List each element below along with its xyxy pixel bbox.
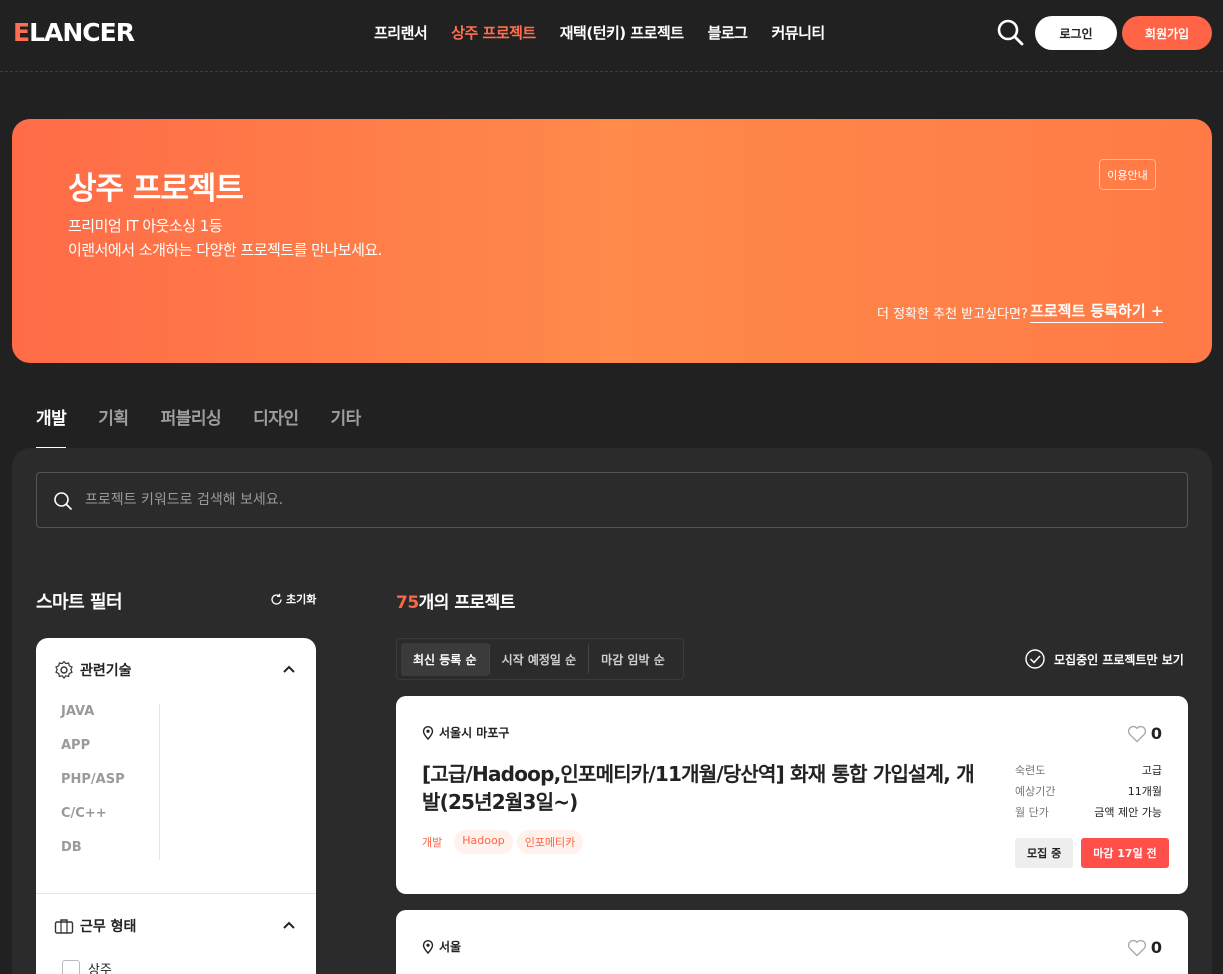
nav-onsite-project[interactable]: 상주 프로젝트 — [451, 22, 536, 43]
banner-title: 상주 프로젝트 — [68, 171, 244, 207]
search-icon — [53, 491, 73, 515]
project-meta: 숙련도 고급 예상기간 11개월 월 단가 금액 제안 가능 — [1015, 762, 1162, 825]
work-type-filter-header[interactable]: 근무 형태 — [54, 916, 136, 936]
meta-key: 예상기간 — [1015, 785, 1056, 798]
sort-options: 최신 등록 순 시작 예정일 순 마감 임박 순 — [396, 638, 684, 680]
meta-value: 고급 — [1141, 764, 1162, 777]
result-count: 75개의 프로젝트 — [396, 588, 515, 613]
recruiting-only-label: 모집중인 프로젝트만 보기 — [1054, 652, 1184, 667]
hero-banner: 상주 프로젝트 프리미엄 IT 아웃소싱 1등 이랜서에서 소개하는 다양한 프… — [12, 119, 1212, 363]
sort-start-date[interactable]: 시작 예정일 순 — [490, 643, 589, 676]
skill-java[interactable]: JAVA — [61, 704, 125, 738]
search-input[interactable] — [85, 473, 1175, 527]
meta-monthly-rate: 월 단가 금액 제안 가능 — [1015, 804, 1162, 825]
meta-key: 월 단가 — [1015, 806, 1049, 819]
guide-button[interactable]: 이용안내 — [1099, 159, 1156, 190]
header: ELANCER 프리랜서 상주 프로젝트 재택(턴키) 프로젝트 블로그 커뮤니… — [0, 0, 1223, 72]
recruiting-only-toggle[interactable]: 모집중인 프로젝트만 보기 — [1024, 648, 1184, 670]
meta-skill-level: 숙련도 고급 — [1015, 762, 1162, 783]
recruiting-badge: 모집 중 — [1015, 838, 1074, 868]
tag: 개발 — [422, 836, 443, 849]
main-nav: 프리랜서 상주 프로젝트 재택(턴키) 프로젝트 블로그 커뮤니티 — [374, 22, 825, 43]
meta-value: 11개월 — [1127, 785, 1162, 798]
refresh-icon — [271, 593, 282, 605]
deadline-badge: 마감 17일 전 — [1081, 838, 1169, 868]
divider — [159, 704, 160, 860]
work-option-onsite: 상주 — [62, 959, 112, 974]
heart-icon — [1127, 939, 1146, 956]
tab-planning[interactable]: 기획 — [98, 404, 129, 450]
project-location: 서울시 마포구 — [422, 724, 509, 741]
project-search-box — [36, 472, 1188, 528]
briefcase-icon — [54, 919, 74, 934]
smart-filter-title: 스마트 필터 — [36, 592, 123, 613]
project-title[interactable]: [고급/Hadoop,인포메티카/11개월/당산역] 화재 통합 가입설계, 개… — [422, 760, 982, 816]
location-pin-icon — [422, 725, 434, 740]
like-button[interactable]: 0 — [1127, 724, 1162, 743]
elancer-logo[interactable]: ELANCER — [13, 18, 135, 47]
skill-app[interactable]: APP — [61, 738, 125, 772]
sort-latest[interactable]: 최신 등록 순 — [401, 642, 489, 676]
chevron-up-icon[interactable] — [282, 664, 296, 674]
onsite-label: 상주 — [88, 963, 112, 974]
filter-panel: 관련기술 JAVA APP PHP/ASP C/C++ DB 근무 형태 상주 — [36, 638, 316, 974]
tab-publishing[interactable]: 퍼블리싱 — [161, 404, 222, 450]
project-location: 서울 — [422, 938, 461, 955]
like-button[interactable]: 0 — [1127, 938, 1162, 957]
meta-duration: 예상기간 11개월 — [1015, 783, 1162, 804]
content-area: 스마트 필터 초기화 관련기술 JAVA APP PHP/ASP C/C++ D… — [12, 448, 1212, 974]
location-text: 서울 — [439, 940, 462, 954]
sort-deadline[interactable]: 마감 임박 순 — [589, 643, 677, 676]
skills-list: JAVA APP PHP/ASP C/C++ DB — [61, 704, 125, 874]
banner-subtitle-1: 프리미엄 IT 아웃소싱 1등 — [68, 217, 223, 235]
meta-value: 금액 제안 가능 — [1094, 806, 1162, 819]
nav-remote-project[interactable]: 재택(턴키) 프로젝트 — [560, 22, 684, 43]
chevron-up-icon[interactable] — [282, 920, 296, 930]
login-button[interactable]: 로그인 — [1035, 16, 1117, 50]
skills-filter-title: 관련기술 — [80, 663, 132, 679]
tab-design[interactable]: 디자인 — [253, 404, 299, 450]
skills-filter-header[interactable]: 관련기술 — [54, 660, 132, 680]
signup-button[interactable]: 회원가입 — [1122, 16, 1212, 50]
nav-blog[interactable]: 블로그 — [708, 22, 748, 43]
reset-filter-button[interactable]: 초기화 — [270, 591, 316, 607]
nav-community[interactable]: 커뮤니티 — [771, 22, 825, 43]
reset-label: 초기화 — [286, 593, 317, 606]
gear-icon — [55, 660, 73, 679]
skill-db[interactable]: DB — [61, 840, 125, 874]
project-tags: 개발 Hadoop 인포메티카 — [422, 830, 584, 854]
project-card[interactable]: 서울시 마포구 0 [고급/Hadoop,인포메티카/11개월/당산역] 화재 … — [396, 696, 1188, 894]
tab-etc[interactable]: 기타 — [331, 404, 362, 450]
tag: 인포메티카 — [516, 830, 584, 854]
nav-freelancer[interactable]: 프리랜서 — [374, 22, 428, 43]
like-count: 0 — [1150, 938, 1162, 957]
banner-question: 더 정확한 추천 받고싶다면? — [877, 307, 1028, 322]
meta-key: 숙련도 — [1015, 764, 1046, 777]
tab-development[interactable]: 개발 — [36, 404, 67, 450]
result-count-number: 75 — [396, 593, 419, 613]
project-status: 모집 중 마감 17일 전 — [1015, 838, 1169, 868]
divider — [36, 893, 316, 894]
category-tabs: 개발 기획 퍼블리싱 디자인 기타 — [36, 404, 361, 450]
result-count-suffix: 개의 프로젝트 — [418, 593, 516, 613]
check-circle-icon — [1025, 649, 1045, 669]
heart-icon — [1127, 725, 1146, 742]
skill-c-cpp[interactable]: C/C++ — [61, 806, 125, 840]
like-count: 0 — [1150, 724, 1162, 743]
location-text: 서울시 마포구 — [439, 726, 510, 740]
skill-php-asp[interactable]: PHP/ASP — [61, 772, 125, 806]
work-type-title: 근무 형태 — [80, 919, 137, 935]
banner-subtitle-2: 이랜서에서 소개하는 다양한 프로젝트를 만나보세요. — [68, 241, 382, 259]
tag: Hadoop — [454, 830, 513, 854]
project-card[interactable]: 서울 0 — [396, 910, 1188, 974]
register-project-link[interactable]: 프로젝트 등록하기 + — [1030, 300, 1164, 323]
onsite-checkbox[interactable] — [62, 959, 80, 974]
location-pin-icon — [422, 939, 434, 954]
search-icon[interactable] — [996, 18, 1024, 46]
